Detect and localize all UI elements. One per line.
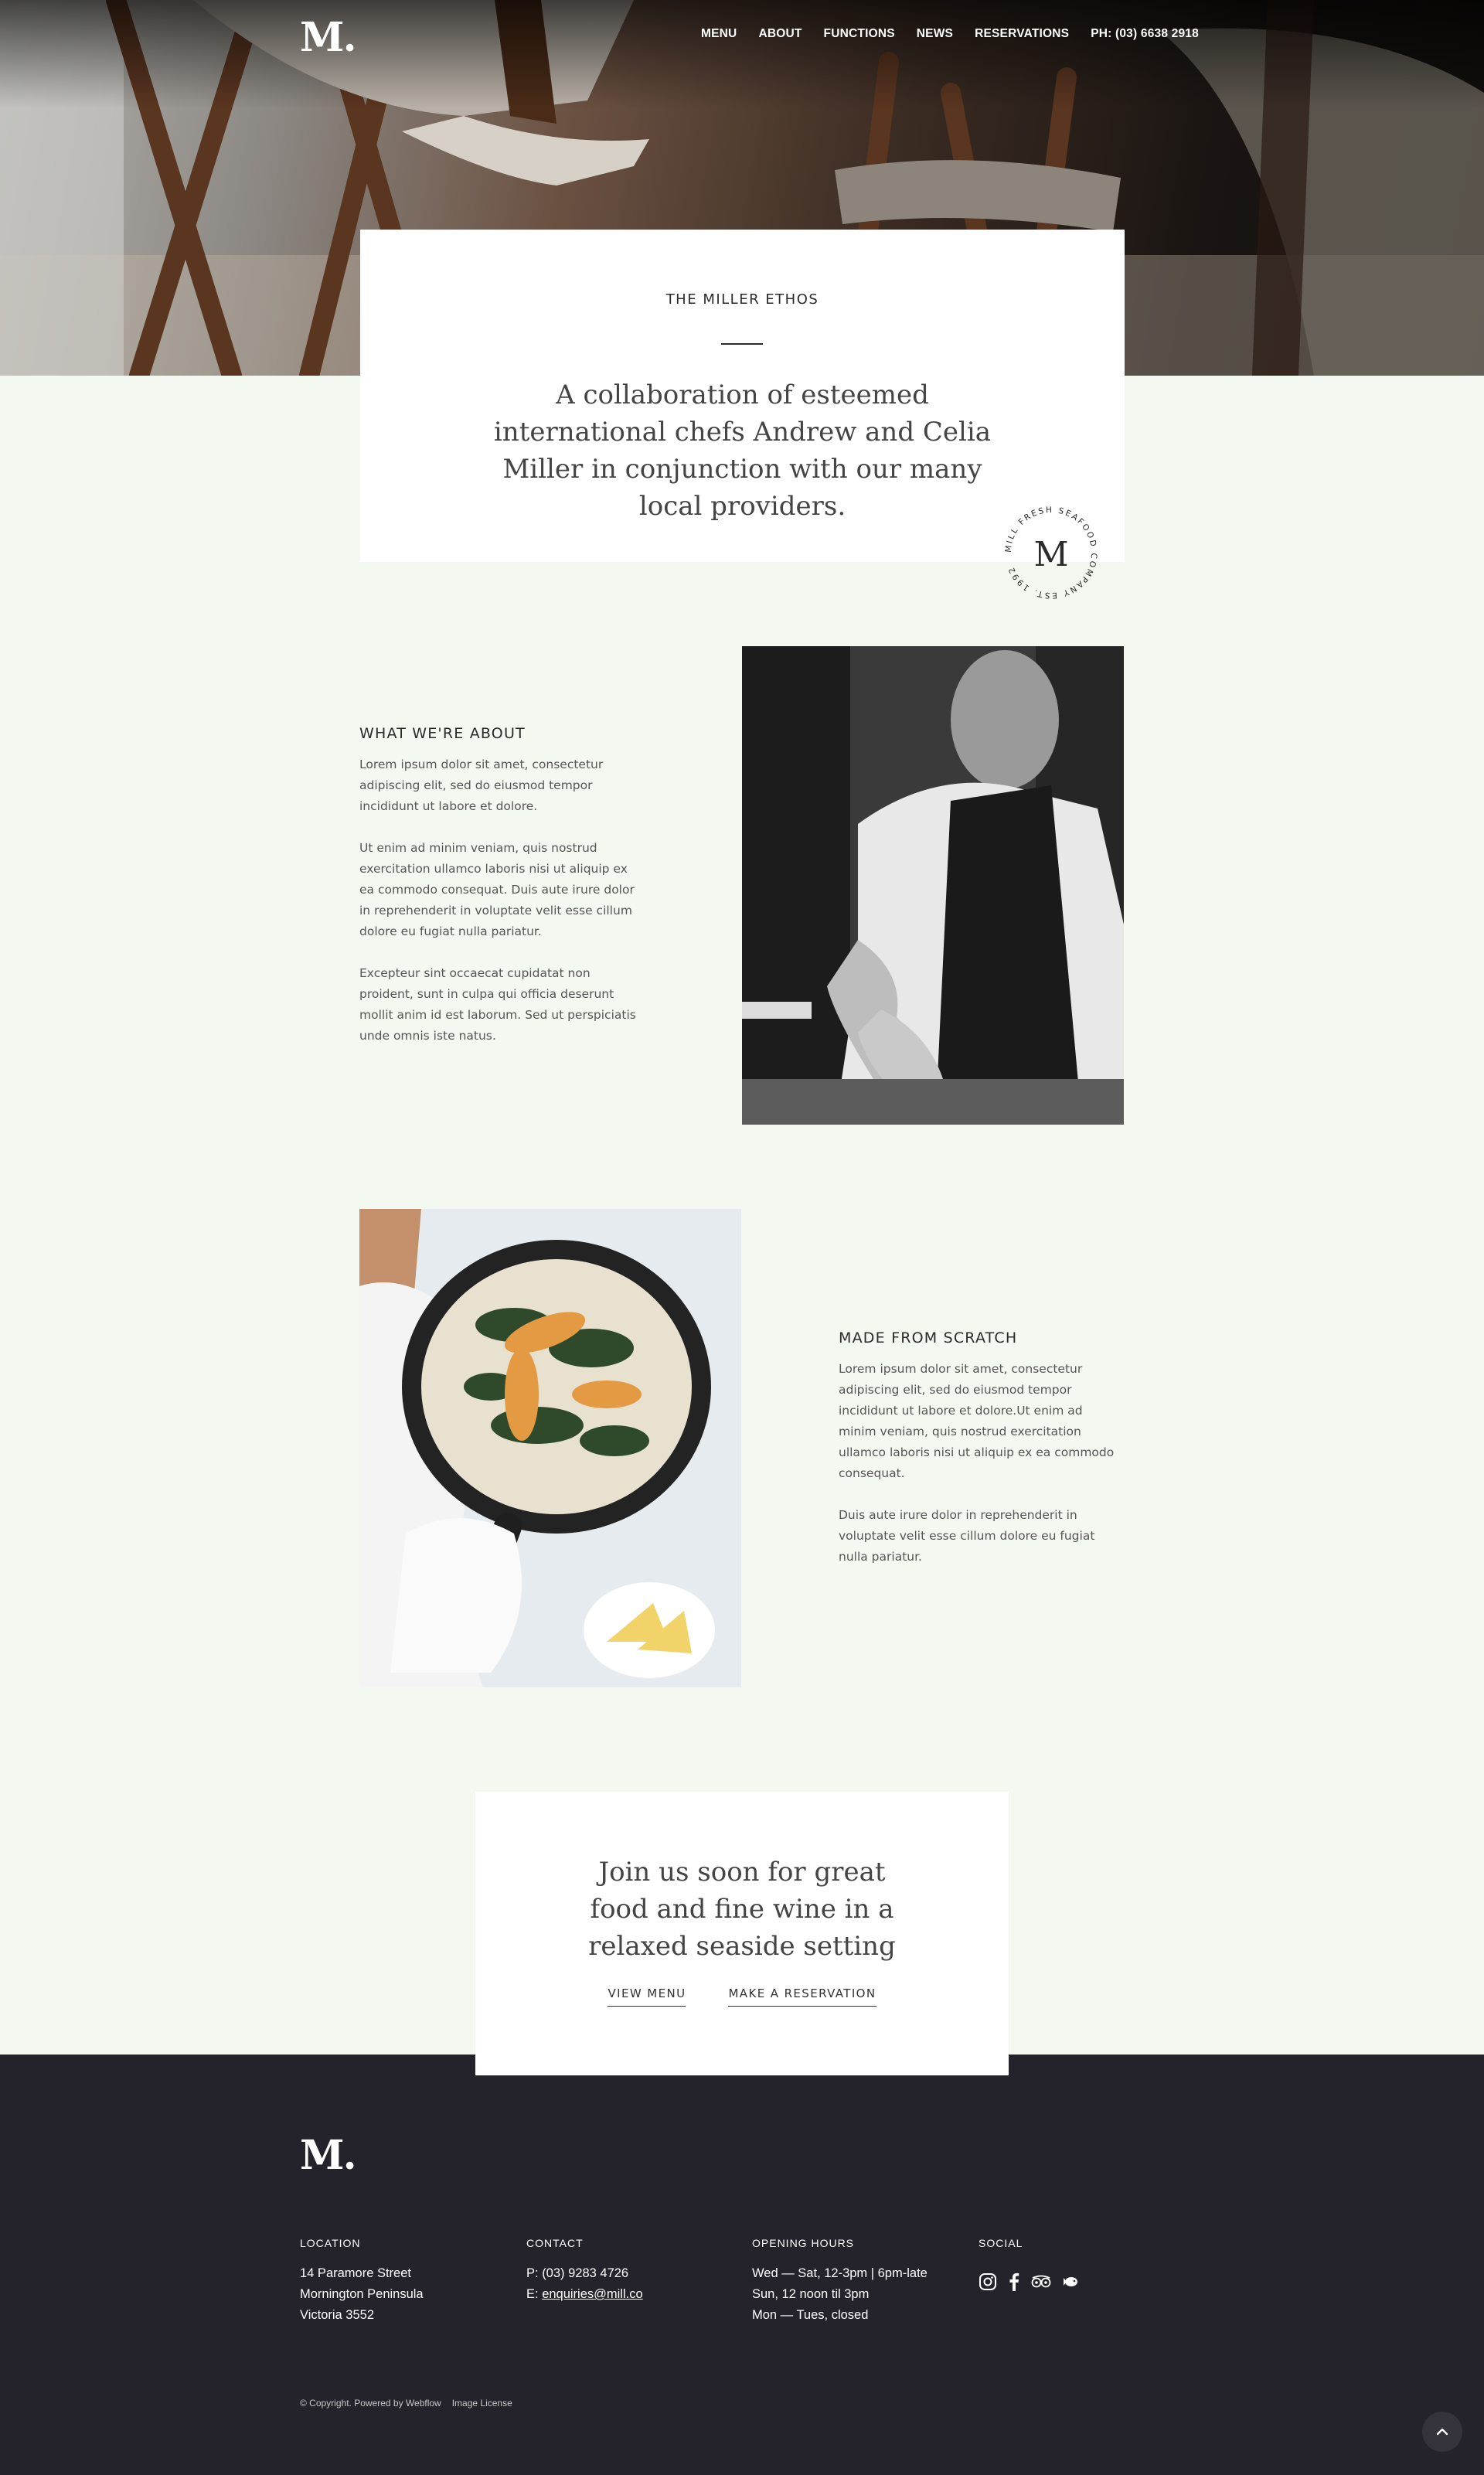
email-prefix: E: bbox=[526, 2287, 543, 2301]
nav-about[interactable]: ABOUT bbox=[758, 27, 802, 41]
location-address: 14 Paramore Street Mornington Peninsula … bbox=[300, 2263, 424, 2326]
social-title: SOCIAL bbox=[979, 2237, 1023, 2249]
tripadvisor-icon[interactable] bbox=[1031, 2275, 1051, 2289]
back-to-top-button[interactable] bbox=[1422, 2412, 1462, 2452]
image-license-link[interactable]: Image License bbox=[452, 2398, 512, 2409]
contact-email-row: E: enquiries@mill.co bbox=[526, 2284, 643, 2305]
scratch-heading: MADE FROM SCRATCH bbox=[839, 1329, 1018, 1346]
about-paragraph-1: Lorem ipsum dolor sit amet, consectetur … bbox=[359, 757, 604, 813]
instagram-icon[interactable] bbox=[979, 2272, 997, 2291]
copyright-text[interactable]: © Copyright. Powered by Webflow bbox=[300, 2398, 441, 2409]
footer-logo[interactable]: M. bbox=[300, 2132, 357, 2179]
hours-line-2: Sun, 12 noon til 3pm bbox=[752, 2287, 870, 2301]
cta-title: Join us soon for great food and fine win… bbox=[588, 1857, 896, 1962]
about-paragraph-2: Ut enim ad minim veniam, quis nostrud ex… bbox=[359, 841, 635, 938]
contact-phone-row: P: (03) 9283 4726 bbox=[526, 2263, 643, 2284]
contact-details: P: (03) 9283 4726 E: enquiries@mill.co bbox=[526, 2263, 643, 2305]
contact-email-link[interactable]: enquiries@mill.co bbox=[542, 2287, 642, 2301]
location-title: LOCATION bbox=[300, 2237, 361, 2249]
nav-phone[interactable]: PH: (03) 6638 2918 bbox=[1091, 27, 1199, 41]
chef-photo bbox=[742, 646, 1124, 1125]
facebook-icon[interactable] bbox=[1008, 2272, 1020, 2291]
scratch-paragraph-1: Lorem ipsum dolor sit amet, consectetur … bbox=[839, 1362, 1115, 1480]
copyright-row: © Copyright. Powered by Webflow Image Li… bbox=[300, 2398, 512, 2409]
about-paragraph-3: Excepteur sint occaecat cupidatat non pr… bbox=[359, 966, 636, 1043]
address-line-1: 14 Paramore Street bbox=[300, 2266, 411, 2280]
scratch-paragraph-2: Duis aute irure dolor in reprehenderit i… bbox=[839, 1508, 1095, 1564]
address-line-2: Mornington Peninsula bbox=[300, 2287, 424, 2301]
footer: M. LOCATION 14 Paramore Street Morningto… bbox=[0, 2055, 1484, 2475]
address-line-3: Victoria 3552 bbox=[300, 2308, 375, 2322]
opening-hours: Wed — Sat, 12-3pm | 6pm-late Sun, 12 noo… bbox=[752, 2263, 928, 2326]
view-menu-link[interactable]: VIEW MENU bbox=[608, 1986, 686, 2007]
nav-menu[interactable]: MENU bbox=[701, 27, 737, 41]
contact-phone[interactable]: (03) 9283 4726 bbox=[542, 2266, 628, 2280]
about-heading: WHAT WE'RE ABOUT bbox=[359, 725, 526, 742]
logo[interactable]: M. bbox=[300, 14, 357, 61]
hours-line-1: Wed — Sat, 12-3pm | 6pm-late bbox=[752, 2266, 928, 2280]
cta-card: Join us soon for great food and fine win… bbox=[475, 1792, 1009, 2075]
nav-functions[interactable]: FUNCTIONS bbox=[824, 27, 895, 41]
nav-news[interactable]: NEWS bbox=[917, 27, 953, 41]
phone-prefix: P: bbox=[526, 2266, 543, 2280]
chevron-up-icon bbox=[1436, 2428, 1448, 2436]
divider bbox=[721, 343, 763, 345]
contact-title: CONTACT bbox=[526, 2237, 584, 2249]
make-reservation-link[interactable]: MAKE A RESERVATION bbox=[728, 1986, 876, 2007]
ethos-kicker: THE MILLER ETHOS bbox=[665, 291, 819, 308]
ethos-quote: A collaboration of esteemed internationa… bbox=[493, 380, 992, 522]
social-icons bbox=[979, 2272, 1081, 2291]
seal-monogram: M bbox=[1033, 535, 1068, 574]
hours-title: OPENING HOURS bbox=[752, 2237, 855, 2249]
main-nav: MENU ABOUT FUNCTIONS NEWS RESERVATIONS P… bbox=[701, 27, 1199, 41]
cta-links: VIEW MENU MAKE A RESERVATION bbox=[475, 1986, 1009, 2007]
nav-reservations[interactable]: RESERVATIONS bbox=[975, 27, 1069, 41]
seal-badge: MILL FRESH SEAFOOD COMPANY EST. 1992 M bbox=[1004, 506, 1097, 600]
zomato-icon[interactable] bbox=[1062, 2275, 1081, 2289]
dish-photo bbox=[359, 1209, 741, 1687]
hours-line-3: Mon — Tues, closed bbox=[752, 2308, 869, 2322]
